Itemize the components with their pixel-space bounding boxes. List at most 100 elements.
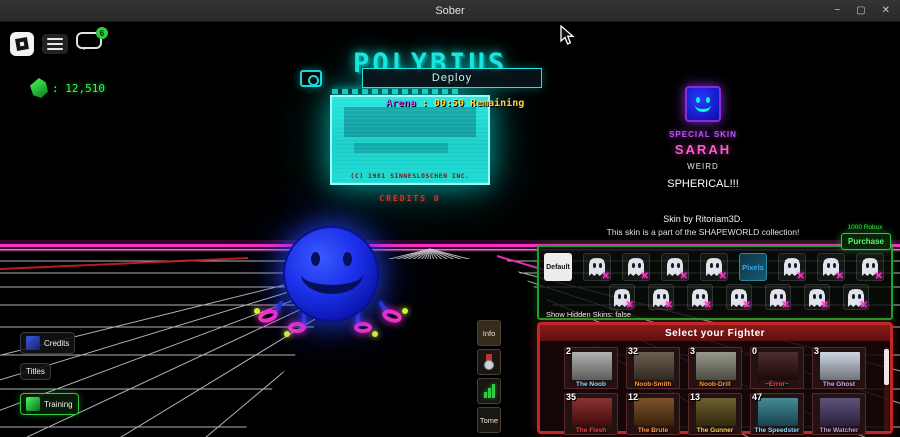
skin-slot-locked[interactable]: ✕: [609, 284, 635, 311]
training-button[interactable]: Training: [20, 393, 79, 415]
deploy-button[interactable]: Deploy: [362, 68, 542, 88]
fighter-card[interactable]: 3 The Ghost: [812, 346, 866, 389]
fighter-card[interactable]: 12 The Brute: [626, 392, 680, 435]
show-hidden-skins-label: Show Hidden Skins: false: [546, 310, 632, 319]
game-scene: 6 : 12,510 POLYBIUS Deploy Arena : 00:50…: [0, 22, 900, 437]
fighter-count: 3: [814, 346, 820, 356]
maximize-button[interactable]: ▢: [856, 6, 865, 16]
fighter-card[interactable]: 0 ~Error~: [750, 346, 804, 389]
leg-ring: [288, 322, 306, 333]
skin-slot-locked[interactable]: ✕: [687, 284, 713, 311]
fighter-name: The Gunner: [696, 427, 734, 434]
character-smile: [301, 254, 363, 294]
locked-x-icon: ✕: [742, 300, 751, 311]
fighter-card[interactable]: 13 The Gunner: [688, 392, 742, 435]
currency-crystal-icon: [30, 78, 48, 98]
locked-x-icon: ✕: [781, 300, 790, 311]
purchase-button[interactable]: Purchase: [841, 233, 891, 250]
skin-slot-locked[interactable]: ✕: [700, 253, 728, 282]
arena-timer: Arena : 00:50 Remaining: [330, 98, 580, 109]
locked-x-icon: ✕: [640, 271, 649, 282]
app-window: Sober − ▢ ✕ 6: 12,510 POLYBIUS Deploy A…: [0, 0, 900, 437]
fighter-card[interactable]: 35 The Flesh: [564, 392, 618, 435]
fighter-thumbnail: [758, 398, 798, 426]
locked-x-icon: ✕: [703, 300, 712, 311]
fighter-card[interactable]: The Watcher: [812, 393, 866, 435]
stats-button[interactable]: [477, 378, 501, 404]
fighter-selection-panel: Select your Fighter 2 The Noob 32 Noob-S…: [537, 322, 893, 435]
locked-x-icon: ✕: [679, 271, 688, 282]
fighter-card[interactable]: 2 The Noob: [564, 346, 618, 389]
skin-slot-pixels[interactable]: Pixels: [739, 253, 767, 281]
locked-x-icon: ✕: [664, 300, 673, 311]
fighter-thumbnail: [572, 398, 612, 426]
skin-slot-locked[interactable]: ✕: [726, 284, 752, 311]
skin-slot-locked[interactable]: ✕: [778, 253, 806, 282]
fighter-card[interactable]: 47 The Speedster: [750, 392, 804, 435]
fighter-name: The Speedster: [754, 427, 800, 434]
scrollbar-thumb[interactable]: [884, 349, 889, 385]
fighter-name: The Watcher: [819, 427, 859, 434]
fighter-count: 47: [752, 392, 763, 402]
titlebar: Sober − ▢ ✕: [0, 0, 900, 22]
roblox-logo-icon: [15, 37, 29, 51]
fighter-thumbnail: [634, 398, 674, 426]
roblox-menu-button[interactable]: [10, 32, 34, 56]
credits-button[interactable]: Credits: [20, 332, 76, 354]
minimize-button[interactable]: −: [834, 6, 840, 16]
leg-tip: [254, 308, 260, 314]
fighter-thumbnail: [758, 352, 798, 380]
arena-label: Arena: [385, 98, 416, 109]
skin-slot-locked[interactable]: ✕: [843, 284, 869, 311]
skin-slot-locked[interactable]: ✕: [804, 284, 830, 311]
leg-tip: [284, 331, 290, 337]
training-icon: [26, 397, 40, 411]
fighter-thumbnail: [572, 352, 612, 380]
arcade-credits-counter: CREDITS 0: [379, 194, 441, 203]
skin-slot-locked[interactable]: ✕: [661, 253, 689, 282]
close-button[interactable]: ✕: [882, 6, 890, 16]
leg-tip: [372, 331, 378, 337]
leg-tip: [402, 308, 408, 314]
locked-x-icon: ✕: [820, 300, 829, 311]
skin-slot-default[interactable]: Default: [544, 253, 572, 281]
fighter-panel-title: Select your Fighter: [540, 325, 890, 341]
fighter-scrollbar[interactable]: [884, 347, 889, 431]
medal-icon: [483, 354, 495, 370]
locked-x-icon: ✕: [835, 271, 844, 282]
bar-chart-icon: [483, 384, 495, 398]
training-label: Training: [44, 399, 73, 409]
fighter-card[interactable]: 32 Noob-Smith: [626, 346, 680, 389]
fighter-name: The Flesh: [575, 427, 607, 434]
skin-slot-locked[interactable]: ✕: [583, 253, 611, 282]
tome-button[interactable]: Tome: [477, 407, 501, 433]
titles-button[interactable]: Titles: [20, 363, 51, 380]
leg-ring: [380, 307, 404, 325]
skin-slot-locked[interactable]: ✕: [856, 253, 884, 282]
skin-slot-locked[interactable]: ✕: [622, 253, 650, 282]
locked-x-icon: ✕: [874, 271, 883, 282]
badges-button[interactable]: [477, 349, 501, 375]
chat-button[interactable]: 6: [76, 27, 108, 56]
hamburger-icon: [47, 38, 63, 40]
special-skin-label: SPECIAL SKIN: [669, 130, 737, 139]
fighter-name: ~Error~: [765, 381, 789, 388]
arena-time-remaining: : 00:50 Remaining: [415, 98, 525, 109]
arcade-sign-decoration: [332, 89, 462, 94]
skin-slot-locked[interactable]: ✕: [765, 284, 791, 311]
info-button[interactable]: Info: [477, 320, 501, 346]
locked-x-icon: ✕: [601, 271, 610, 282]
skin-slot-locked[interactable]: ✕: [817, 253, 845, 282]
credits-label: Credits: [44, 338, 70, 348]
credits-icon: [26, 336, 40, 350]
hamburger-menu-button[interactable]: [42, 34, 68, 54]
fighter-card[interactable]: 3 Noob-Drill: [688, 346, 742, 389]
fighter-thumbnail: [820, 352, 860, 380]
fighter-thumbnail: [634, 352, 674, 380]
skin-slot-locked[interactable]: ✕: [648, 284, 674, 311]
screen-copyright: (C) 1981 SINNESLOSCHEN INC.: [350, 172, 470, 180]
player-character: [254, 224, 408, 354]
currency-display: : 12,510: [30, 78, 105, 98]
fighter-thumbnail: [820, 398, 860, 426]
leg-ring: [354, 322, 372, 333]
